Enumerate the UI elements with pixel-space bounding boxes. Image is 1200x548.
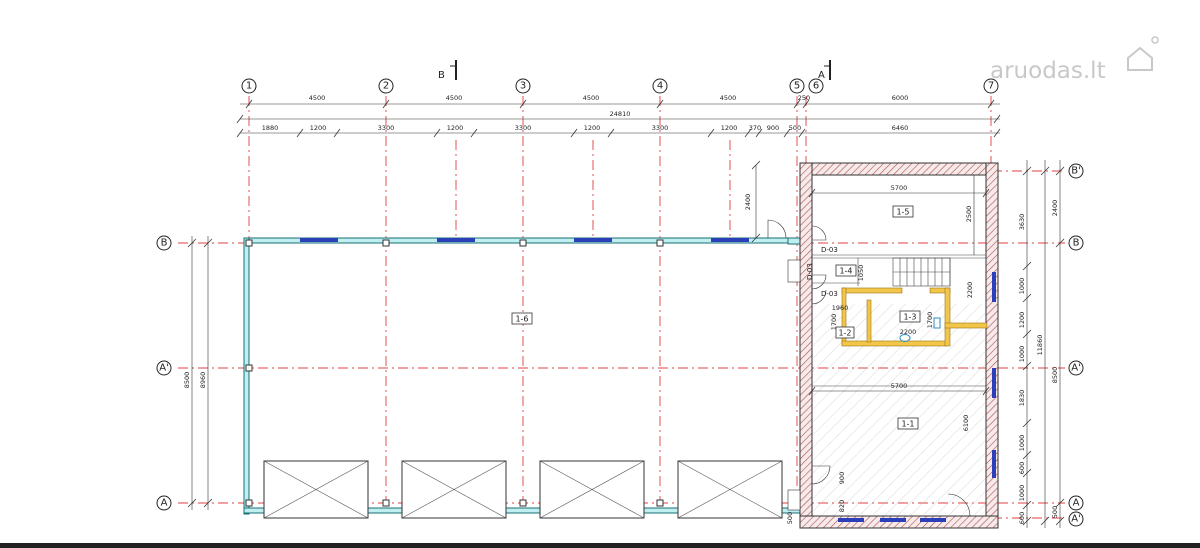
dim-1000-c: 1000	[1018, 435, 1026, 452]
section-mark-b: B	[438, 70, 445, 81]
floor-plan-drawing: aruodas.lt 1 2 3 4 5 6 7 B A 4500 4500 4…	[0, 36, 1200, 548]
dim-1000-a: 1000	[1018, 278, 1026, 295]
room-tag-1-5: 1-5	[896, 208, 909, 217]
axis-label-b-left: B	[161, 238, 168, 249]
axis-label-a-right: A	[1073, 498, 1080, 509]
dim-6100: 6100	[962, 415, 970, 432]
dimension-total: 24810	[236, 110, 1001, 124]
dim-2500: 2500	[965, 206, 973, 223]
axis-label-3: 3	[520, 81, 526, 92]
watermark-text: aruodas.lt	[990, 58, 1106, 84]
dim-2400-top-text: 2400	[744, 194, 752, 211]
dim-4500-c: 4500	[583, 94, 600, 102]
dim-600-a: 600	[1018, 462, 1026, 474]
dim-2200-v: 2200	[966, 282, 974, 299]
axis-label-1: 1	[246, 81, 252, 92]
axis-bubbles-left: B A' A	[156, 235, 172, 511]
dim-5700-b: 5700	[891, 382, 908, 390]
dim-1880: 1880	[262, 124, 279, 132]
dim-2400-right: 2400	[1051, 200, 1059, 217]
door-tag-d03-c: D-03	[806, 263, 814, 280]
dim-1200-b: 1200	[447, 124, 464, 132]
dim-4500-d: 4500	[720, 94, 737, 102]
dim-900: 900	[838, 472, 846, 484]
dim-1700-a: 1700	[830, 314, 838, 331]
dim-370: 370	[749, 124, 761, 132]
dim-1200-c: 1200	[584, 124, 601, 132]
door-tag-d03-a: D-03	[821, 246, 838, 254]
hall-door-top	[767, 219, 787, 239]
dim-3300-b: 3300	[515, 124, 532, 132]
axis-bubbles-right: B' B A' A A'	[1068, 163, 1084, 527]
dim-4500-a: 4500	[309, 94, 326, 102]
dim-8500-left: 8500	[183, 372, 191, 389]
room-tag-1-1: 1-1	[901, 420, 914, 429]
dimension-right: 3630 1000 1200 1000 1830 1000 600 1000 6…	[1018, 160, 1065, 528]
dim-5700-a: 5700	[891, 184, 908, 192]
axis-label-6: 6	[813, 81, 819, 92]
dim-600-b: 600	[1018, 512, 1026, 524]
dim-500-top: 500	[789, 124, 801, 132]
bottom-edge-bar	[0, 543, 1200, 548]
dim-2400-top: 2400	[744, 160, 761, 243]
dim-3300-a: 3300	[378, 124, 395, 132]
dim-1700-b: 1700	[926, 312, 934, 329]
axis-label-a-prime-left: A'	[159, 363, 169, 374]
dim-1050: 1050	[857, 265, 865, 282]
door-tag-d03-b: D-03	[821, 290, 838, 298]
axis-label-2: 2	[383, 81, 389, 92]
axis-label-b-right: B	[1073, 238, 1080, 249]
axis-label-5: 5	[794, 81, 800, 92]
dim-1960: 1960	[832, 304, 849, 312]
section-mark-a: A	[818, 70, 825, 81]
dim-1000-b: 1000	[1018, 346, 1026, 363]
room-tag-1-3: 1-3	[903, 313, 916, 322]
dim-500-right: 500	[1051, 506, 1059, 518]
axis-label-a-left: A	[161, 498, 168, 509]
dim-3300-c: 3300	[652, 124, 669, 132]
stairs	[892, 257, 951, 287]
dim-3630: 3630	[1018, 214, 1026, 231]
dim-1000-d: 1000	[1018, 485, 1026, 502]
dim-820: 820	[838, 500, 846, 512]
dim-24810: 24810	[610, 110, 631, 118]
dimension-left: 8500 8960	[183, 236, 213, 510]
axis-label-b-prime-right: B'	[1071, 166, 1081, 177]
dim-500-bottom: 500	[786, 512, 794, 524]
axis-label-a-prime-right: A'	[1071, 363, 1081, 374]
dim-6460: 6460	[892, 124, 909, 132]
axis-bubbles-top: 1 2 3 4 5 6 7	[241, 78, 999, 94]
dimension-row-top-2: 1880 1200 3300 1200 3300 1200 3300 1200 …	[236, 124, 1001, 138]
watermark-logo: aruodas.lt	[990, 36, 1159, 84]
section-marks: B A	[438, 60, 831, 81]
dim-250: 250	[798, 94, 810, 102]
hall-corner-door	[787, 259, 801, 511]
dim-1200-d: 1200	[721, 124, 738, 132]
dim-1200-a: 1200	[310, 124, 327, 132]
dimension-row-top-1: 4500 4500 4500 4500 250 6000	[240, 94, 1000, 109]
dim-900: 900	[767, 124, 779, 132]
axis-label-a-prime-bottom-right: A'	[1071, 514, 1081, 525]
room-tag-1-4: 1-4	[839, 267, 852, 276]
dim-8500-right: 8500	[1051, 367, 1059, 384]
axis-label-4: 4	[657, 81, 663, 92]
dim-1830: 1830	[1018, 390, 1026, 407]
dim-4500-b: 4500	[446, 94, 463, 102]
axis-label-7: 7	[988, 81, 994, 92]
dim-1200-right: 1200	[1018, 312, 1026, 329]
dim-11860: 11860	[1036, 335, 1044, 356]
room-tag-1-2: 1-2	[838, 329, 851, 338]
room-tag-1-6: 1-6	[515, 315, 528, 324]
dim-8960-left: 8960	[199, 372, 207, 389]
dim-6000: 6000	[892, 94, 909, 102]
